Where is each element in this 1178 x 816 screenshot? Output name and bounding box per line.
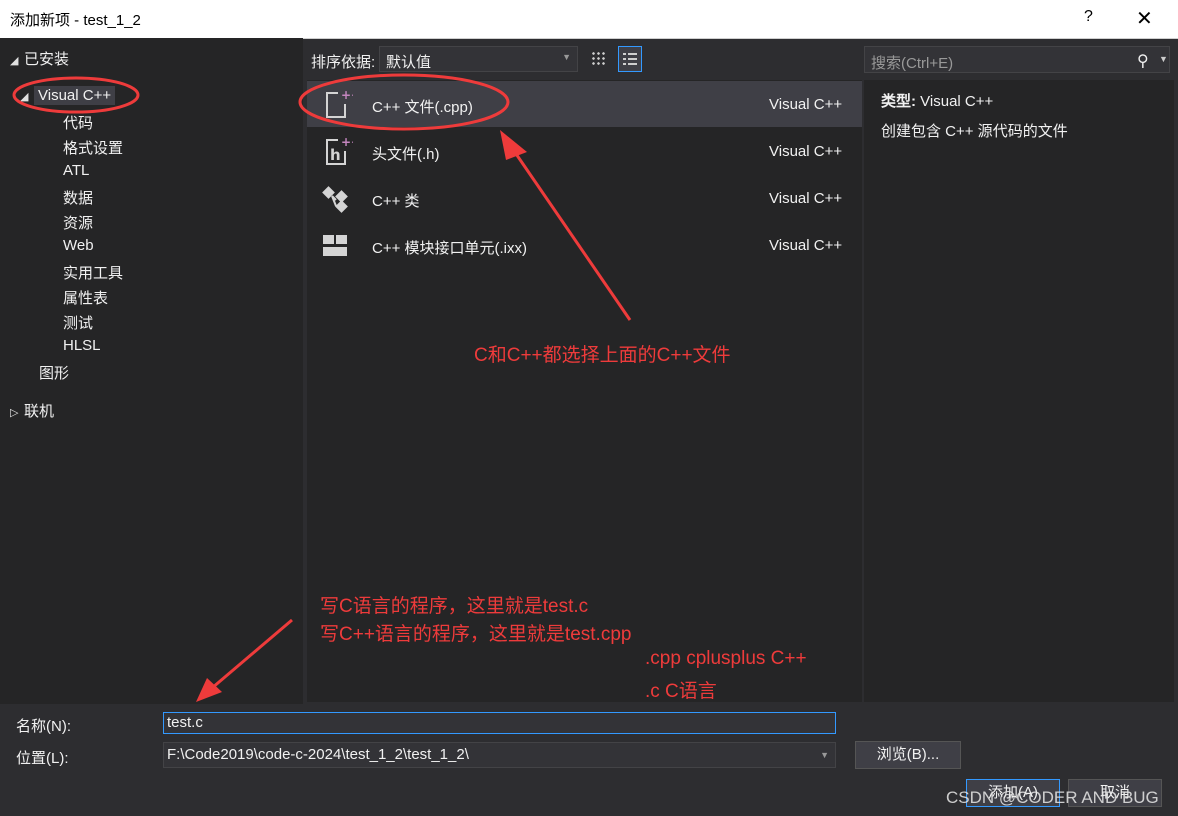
chevron-down-icon: ▼ <box>562 52 571 62</box>
template-item-module-interface[interactable]: C++ 模块接口单元(.ixx) Visual C++ <box>307 222 862 268</box>
template-name: 头文件(.h) <box>372 146 440 163</box>
template-language: Visual C++ <box>769 190 843 207</box>
grid-view-button[interactable] <box>587 46 611 72</box>
chevron-down-icon[interactable]: ▼ <box>1159 54 1168 64</box>
search-icon[interactable]: ⚲ <box>1137 51 1149 71</box>
type-label: 类型: <box>881 93 916 110</box>
name-input[interactable]: test.c <box>163 712 836 734</box>
location-label: 位置(L): <box>16 750 69 767</box>
cpp-class-icon <box>322 186 348 213</box>
collapse-arrow-icon: ◢ <box>20 91 29 103</box>
location-select[interactable]: F:\Code2019\code-c-2024\test_1_2\test_1_… <box>163 742 836 768</box>
tree-node-label: 联机 <box>24 403 55 420</box>
svg-text:++: ++ <box>341 135 353 149</box>
collapse-arrow-icon: ◢ <box>10 55 19 67</box>
svg-text:h: h <box>330 146 341 164</box>
help-button[interactable]: ? <box>1084 8 1093 26</box>
template-name: C++ 类 <box>372 193 420 210</box>
tree-node-hlsl[interactable]: HLSL <box>63 337 101 354</box>
tree-node-label: 已安装 <box>24 51 70 68</box>
tree-node-test[interactable]: 测试 <box>63 312 93 333</box>
sort-toolbar: 排序依据: 默认值 ▼ <box>303 38 862 80</box>
search-placeholder: 搜索(Ctrl+E) <box>871 55 954 72</box>
annotation-cpp-filename: 写C++语言的程序，这里就是test.cpp <box>320 624 632 645</box>
sort-value: 默认值 <box>386 54 432 71</box>
tree-node-formatting[interactable]: 格式设置 <box>63 137 123 158</box>
expand-arrow-icon: ▷ <box>10 407 19 419</box>
tree-node-installed[interactable]: ◢ 已安装 <box>10 48 69 69</box>
module-interface-icon <box>323 235 347 256</box>
template-item-cpp-file[interactable]: ++ C++ 文件(.cpp) Visual C++ <box>307 81 862 127</box>
tree-node-graphics[interactable]: 图形 <box>39 362 69 383</box>
browse-button[interactable]: 浏览(B)... <box>855 741 961 769</box>
list-view-button[interactable] <box>618 46 642 72</box>
name-label: 名称(N): <box>16 718 71 735</box>
window-title: 添加新项 - test_1_2 <box>10 12 141 29</box>
tree-node-data[interactable]: 数据 <box>63 187 93 208</box>
tree-node-web[interactable]: Web <box>63 237 94 254</box>
category-tree: ◢ 已安装 ◢ Visual C++ 代码 格式设置 ATL 数据 资源 Web 实… <box>0 38 303 704</box>
watermark: CSDN @CODER AND BUG <box>946 788 1159 807</box>
annotation-c-meaning: .c C语言 <box>645 681 717 702</box>
annotation-c-filename: 写C语言的程序，这里就是test.c <box>320 596 589 617</box>
sort-select[interactable]: 默认值 ▼ <box>379 46 578 72</box>
location-value: F:\Code2019\code-c-2024\test_1_2\test_1_… <box>167 746 469 763</box>
tree-node-atl[interactable]: ATL <box>63 162 89 179</box>
template-description: 创建包含 C++ 源代码的文件 <box>881 123 1068 140</box>
tree-node-visual-cpp[interactable]: ◢ Visual C++ <box>20 86 116 105</box>
template-item-cpp-class[interactable]: C++ 类 Visual C++ <box>307 175 862 221</box>
tree-node-utility[interactable]: 实用工具 <box>63 262 123 283</box>
svg-text:++: ++ <box>341 88 353 102</box>
tree-node-code[interactable]: 代码 <box>63 112 93 133</box>
annotation-choose-cpp: C和C++都选择上面的C++文件 <box>474 345 731 366</box>
title-bar: 添加新项 - test_1_2 ? ✕ <box>0 0 1178 39</box>
search-input[interactable]: 搜索(Ctrl+E) ⚲ ▼ <box>864 46 1170 73</box>
close-button[interactable]: ✕ <box>1136 6 1153 31</box>
tree-node-property-sheets[interactable]: 属性表 <box>63 287 108 308</box>
tree-node-resource[interactable]: 资源 <box>63 212 93 233</box>
sort-label: 排序依据: <box>311 54 376 71</box>
template-name: C++ 文件(.cpp) <box>372 99 473 116</box>
list-view-icon <box>623 52 637 66</box>
template-item-header-file[interactable]: h ++ 头文件(.h) Visual C++ <box>307 128 862 174</box>
template-language: Visual C++ <box>769 96 843 113</box>
template-type: 类型: Visual C++ <box>881 90 993 111</box>
annotation-cpp-meaning: .cpp cplusplus C++ <box>645 648 807 669</box>
template-language: Visual C++ <box>769 237 843 254</box>
cpp-file-icon: ++ <box>326 88 353 118</box>
template-language: Visual C++ <box>769 143 843 160</box>
tree-node-online[interactable]: ▷ 联机 <box>10 400 54 421</box>
template-name: C++ 模块接口单元(.ixx) <box>372 240 528 257</box>
header-file-icon: h ++ <box>326 135 353 165</box>
grid-view-icon <box>591 51 605 65</box>
type-value: Visual C++ <box>920 93 994 110</box>
info-panel: 类型: Visual C++ 创建包含 C++ 源代码的文件 <box>864 80 1174 702</box>
tree-node-label: Visual C++ <box>34 86 116 105</box>
chevron-down-icon: ▼ <box>820 750 829 760</box>
